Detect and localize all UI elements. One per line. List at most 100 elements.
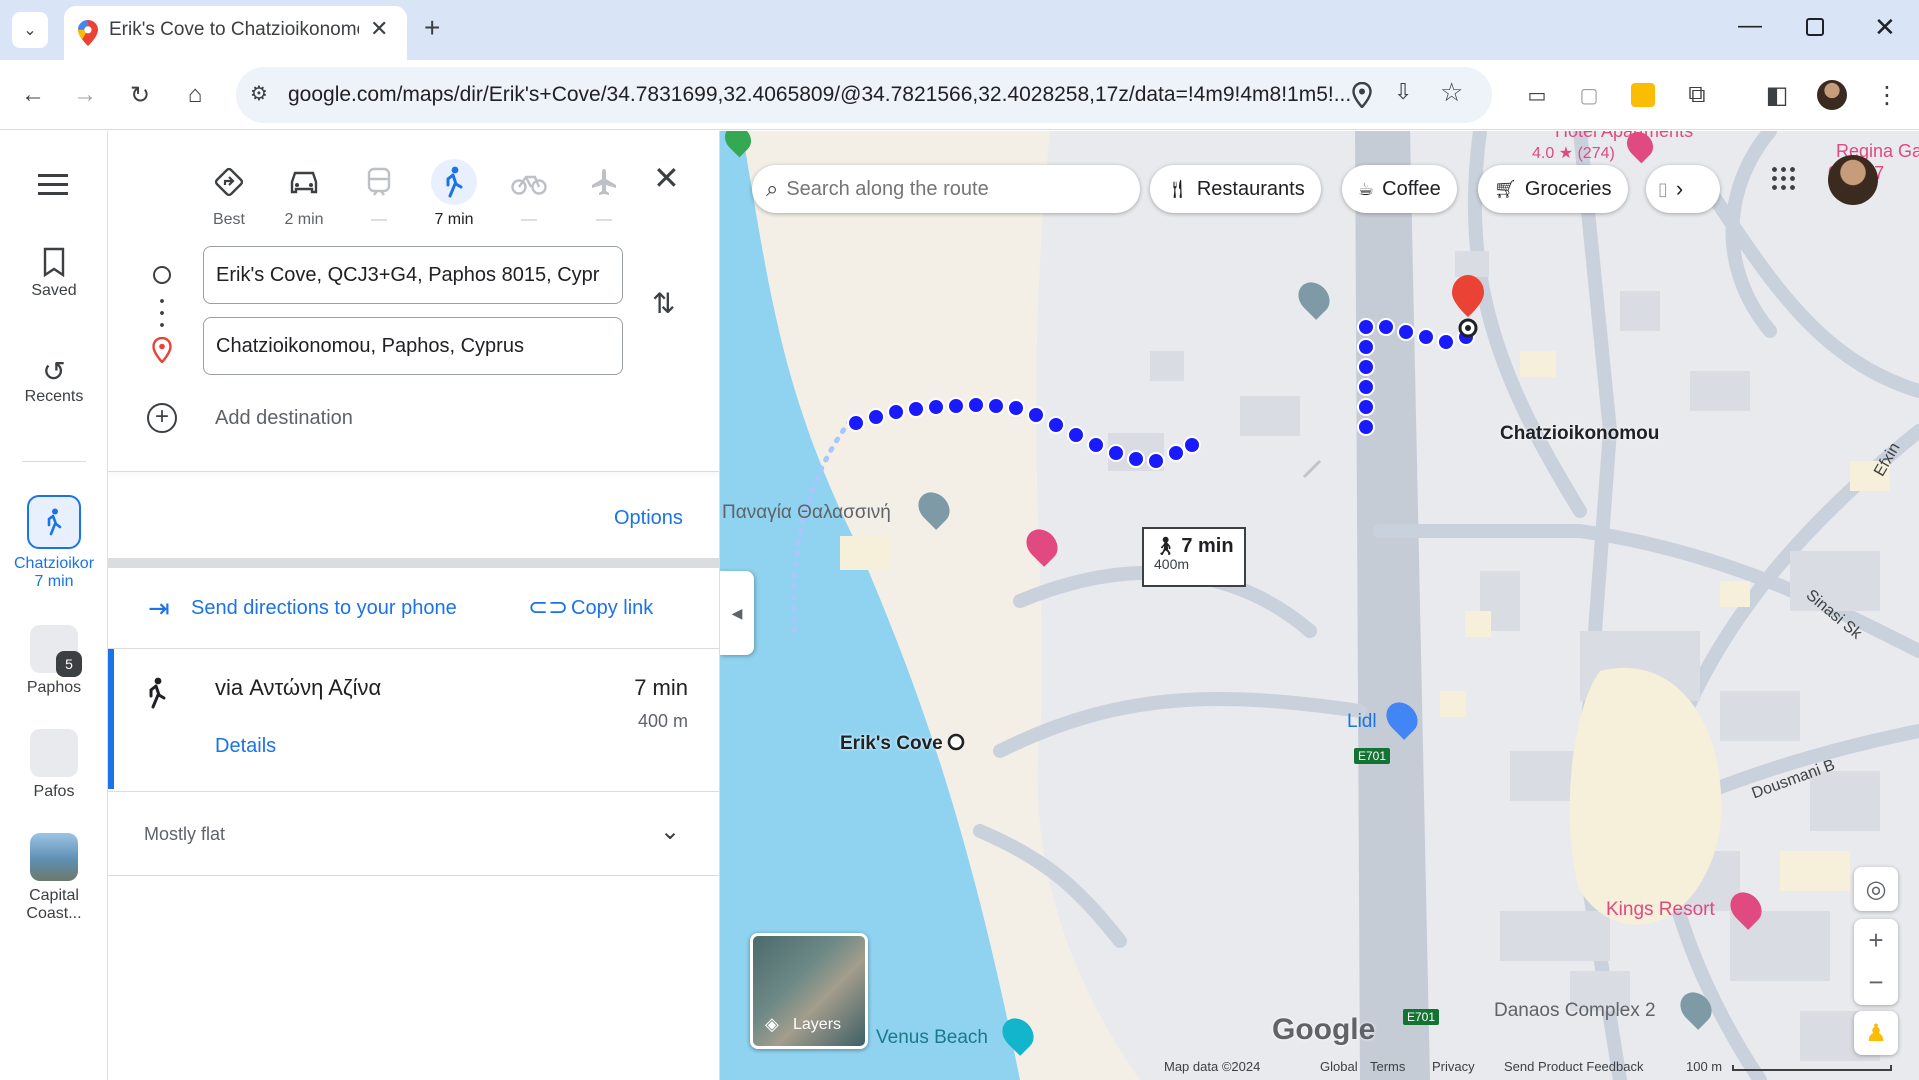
origin-input[interactable]: Erik's Cove, QCJ3+G4, Paphos 8015, Cypr: [203, 246, 623, 304]
collapse-panel-button[interactable]: ◀: [720, 571, 754, 655]
add-destination-icon[interactable]: +: [147, 403, 177, 433]
coffee-icon: ☕︎: [1358, 178, 1375, 199]
apps-grid-icon[interactable]: [1770, 165, 1798, 193]
cast-icon[interactable]: ▭: [1520, 78, 1554, 112]
chevron-right-icon[interactable]: ›: [1676, 176, 1683, 202]
destination-input[interactable]: Chatzioikonomou, Paphos, Cyprus: [203, 317, 623, 375]
route-distance: 400 m: [637, 711, 688, 731]
my-location-button[interactable]: ◎: [1854, 867, 1898, 911]
extensions-puzzle-icon[interactable]: ⧉: [1680, 78, 1714, 112]
route-details-button[interactable]: Details: [215, 735, 276, 758]
rail-active-trip[interactable]: Chatzioikor 7 min: [0, 495, 108, 591]
close-tab-icon[interactable]: ✕: [370, 16, 388, 42]
bookmark-star-icon[interactable]: ☆: [1440, 77, 1463, 108]
rail-paphos[interactable]: 5 Paphos: [0, 625, 108, 697]
zoom-out-button[interactable]: −: [1868, 962, 1883, 1004]
active-tab[interactable]: Erik's Cove to Chatzioikonomou ✕: [64, 6, 407, 60]
rail-saved[interactable]: Saved: [0, 247, 108, 300]
route-dots-icon: [160, 295, 164, 331]
close-directions-icon[interactable]: ✕: [653, 159, 680, 197]
mode-best[interactable]: Best: [194, 159, 264, 229]
account-avatar[interactable]: [1828, 155, 1878, 205]
kebab-menu-icon[interactable]: ⋮: [1870, 78, 1904, 112]
location-icon[interactable]: [1352, 82, 1372, 108]
rail-pafos[interactable]: Pafos: [0, 729, 108, 801]
chip-restaurants-label: Restaurants: [1196, 177, 1305, 200]
add-destination-button[interactable]: Add destination: [215, 407, 353, 430]
profile-avatar[interactable]: [1815, 78, 1849, 112]
mode-bike[interactable]: —: [494, 159, 564, 229]
search-along-route-input[interactable]: [786, 177, 1107, 201]
highway-shield-e701-south: E701: [1403, 1009, 1440, 1025]
route-duration-callout[interactable]: 🚶︎ 7 min 400m: [1142, 527, 1246, 587]
address-bar[interactable]: ⚙ google.com/maps/dir/Erik's+Cove/34.783…: [236, 67, 1492, 123]
send-directions-button[interactable]: Send directions to your phone: [191, 597, 457, 620]
mode-flight[interactable]: —: [569, 159, 639, 229]
minimize-icon[interactable]: —: [1738, 12, 1762, 40]
map-label-lidl[interactable]: Lidl: [1347, 711, 1377, 733]
chip-restaurants[interactable]: 🍴︎ Restaurants: [1150, 165, 1321, 213]
highway-shield-e701: E701: [1354, 748, 1391, 764]
extension-note-icon[interactable]: [1626, 78, 1660, 112]
copy-link-button[interactable]: Copy link: [571, 597, 653, 620]
chip-coffee-label: Coffee: [1382, 177, 1441, 200]
back-icon[interactable]: ←: [16, 78, 50, 112]
menu-icon[interactable]: [38, 174, 68, 195]
cart-icon: 🛒︎: [1494, 178, 1517, 199]
footer-terms[interactable]: Terms: [1370, 1059, 1405, 1074]
route-option-card[interactable]: via Αντώνη Αζίνα 7 min 400 m Details: [108, 649, 720, 789]
home-icon[interactable]: ⌂: [178, 78, 212, 112]
footer-global[interactable]: Global: [1320, 1059, 1358, 1074]
reload-icon[interactable]: ↻: [123, 78, 157, 112]
extension-shield-icon[interactable]: ▢: [1572, 78, 1606, 112]
map-label-hotel[interactable]: Hotel Apartments: [1555, 131, 1693, 142]
map-label-start[interactable]: Erik's Cove: [840, 733, 943, 755]
new-tab-button[interactable]: +: [424, 12, 440, 44]
callout-time: 7 min: [1181, 535, 1234, 557]
map-canvas[interactable]: 🚶︎ 7 min 400m Παναγία Θαλασσινή Erik's C…: [720, 131, 1919, 1080]
maps-side-rail: Saved ↺ Recents Chatzioikor 7 min 5 Paph…: [0, 131, 108, 1080]
footer-scale-label[interactable]: 100 m: [1686, 1059, 1722, 1074]
terrain-summary: Mostly flat: [144, 824, 226, 844]
map-label-church[interactable]: Παναγία Θαλασσινή: [722, 502, 891, 524]
mode-transit[interactable]: —: [344, 159, 414, 229]
send-to-phone-icon[interactable]: ⇥: [148, 593, 170, 624]
rail-capital-label: Capital: [29, 887, 79, 904]
site-info-icon[interactable]: ⚙: [250, 81, 268, 106]
footer-privacy[interactable]: Privacy: [1432, 1059, 1475, 1074]
zoom-controls: + −: [1854, 919, 1898, 1005]
layers-button[interactable]: ◈ Layers: [750, 933, 868, 1049]
map-label-danaos[interactable]: Danaos Complex 2: [1494, 1000, 1656, 1022]
mode-walk[interactable]: 7 min: [419, 159, 489, 229]
origin-circle-icon: [153, 266, 171, 284]
forward-icon[interactable]: →: [68, 78, 102, 112]
chip-coffee[interactable]: ☕︎ Coffee: [1342, 165, 1457, 213]
rail-capital-coast[interactable]: Capital Coast...: [0, 833, 108, 923]
callout-distance: 400m: [1154, 556, 1190, 572]
zoom-in-button[interactable]: +: [1868, 920, 1883, 962]
install-app-icon[interactable]: ⇩: [1394, 79, 1412, 105]
mode-drive-label: 2 min: [284, 211, 324, 228]
walk-icon: [431, 159, 477, 205]
options-button[interactable]: Options: [614, 507, 683, 530]
swap-directions-icon[interactable]: ⇅: [652, 287, 675, 320]
map-label-venus[interactable]: Venus Beach: [876, 1027, 988, 1049]
url-text[interactable]: google.com/maps/dir/Erik's+Cove/34.78316…: [288, 83, 1388, 107]
footer-feedback[interactable]: Send Product Feedback: [1504, 1059, 1643, 1074]
mode-drive[interactable]: 2 min: [269, 159, 339, 229]
pegman-street-view-button[interactable]: ♟: [1854, 1011, 1898, 1055]
chevron-down-icon[interactable]: ⌄: [660, 817, 680, 846]
map-label-end[interactable]: Chatzioikonomou: [1500, 423, 1659, 445]
chip-groceries[interactable]: 🛒︎ Groceries: [1478, 165, 1628, 213]
chip-groceries-label: Groceries: [1524, 177, 1612, 200]
link-icon[interactable]: ⊂⊃: [528, 593, 568, 622]
rail-recents[interactable]: ↺ Recents: [0, 355, 108, 406]
search-along-route[interactable]: ⌕: [752, 165, 1140, 213]
directions-panel: Best 2 min — 7 min — — ✕ Erik's Cove, QC…: [108, 131, 720, 1080]
map-label-kings[interactable]: Kings Resort: [1606, 899, 1715, 921]
chip-more[interactable]: ▯ ›: [1646, 165, 1720, 213]
tab-list-dropdown-icon[interactable]: ⌄: [12, 12, 48, 48]
close-window-icon[interactable]: ✕: [1874, 12, 1896, 43]
restore-icon[interactable]: [1806, 18, 1824, 36]
side-panel-icon[interactable]: ◧: [1760, 78, 1794, 112]
